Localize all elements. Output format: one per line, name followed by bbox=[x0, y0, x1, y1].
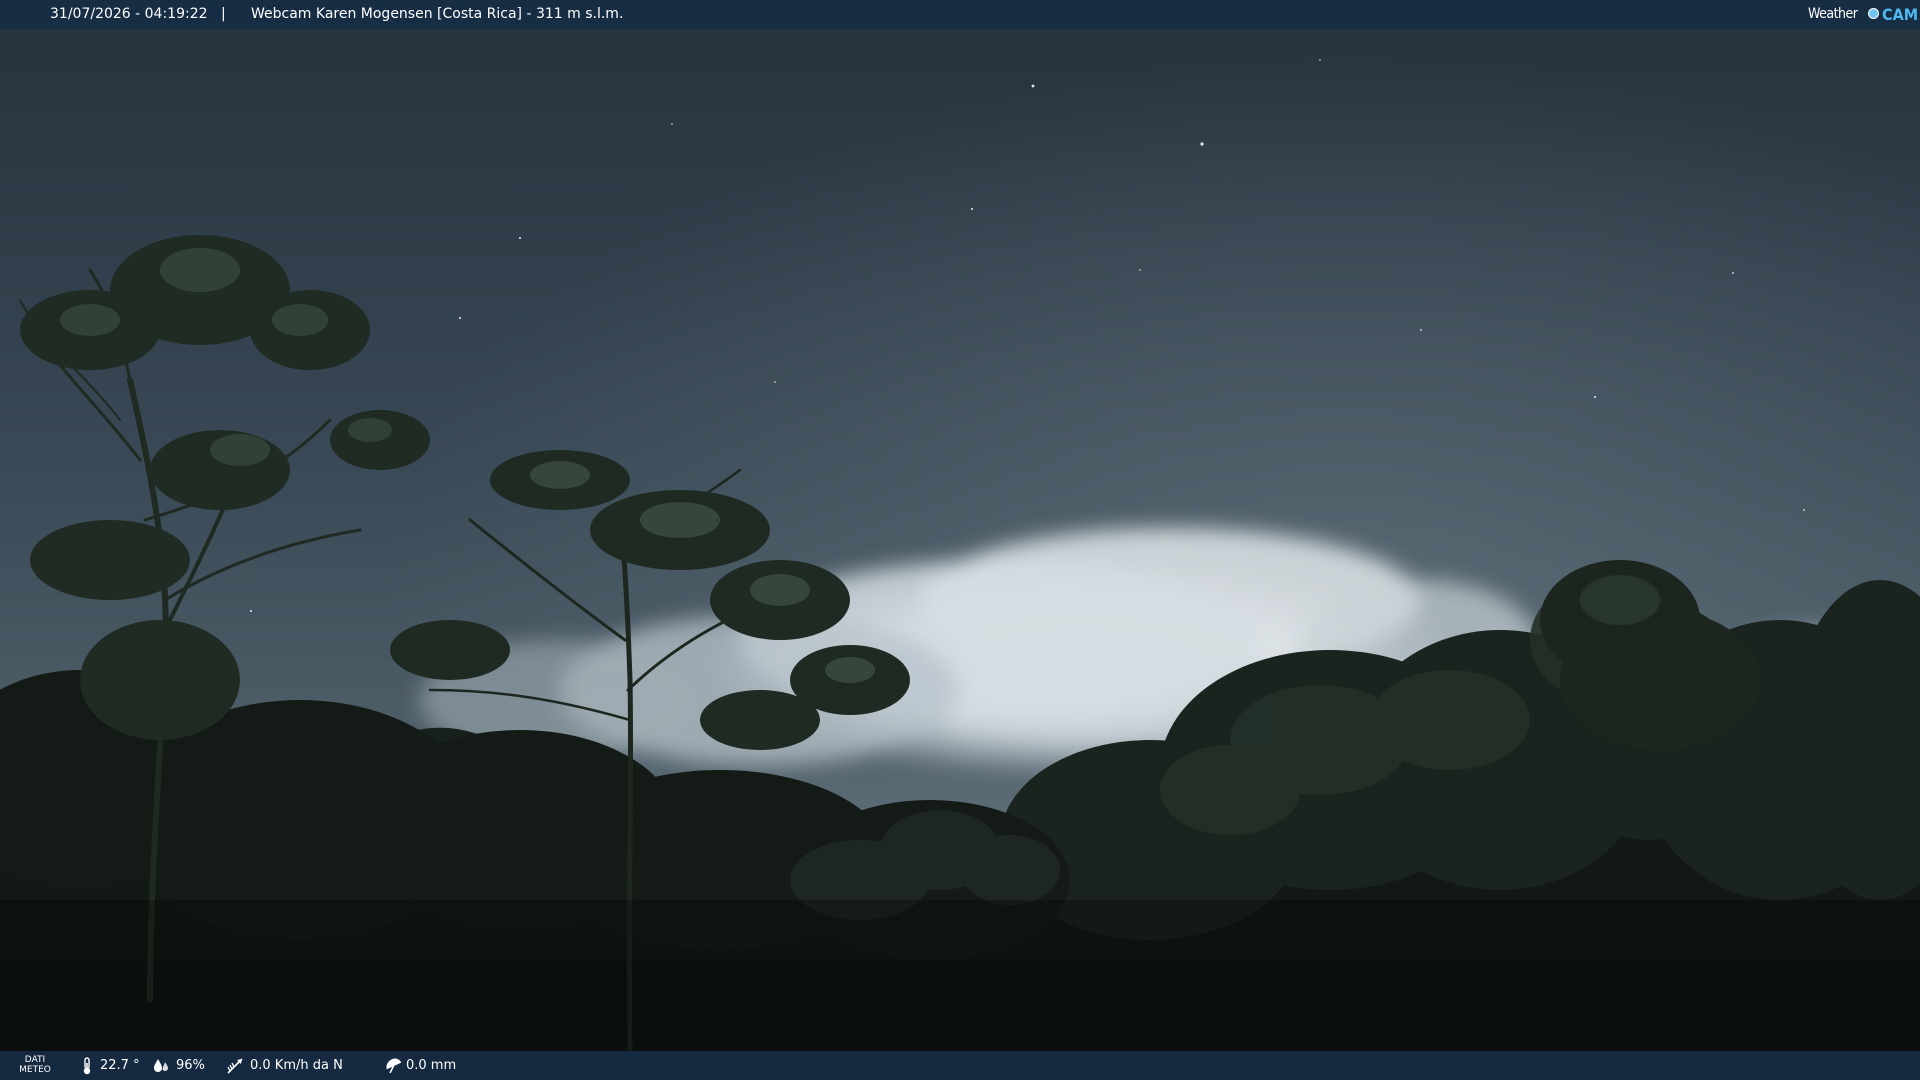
logo-dot-icon bbox=[1868, 8, 1879, 19]
rain-readout: 0.0 mm bbox=[384, 1051, 464, 1080]
temperature-value: 22.7 ° bbox=[100, 1058, 140, 1073]
humidity-drops-icon bbox=[154, 1059, 168, 1072]
timestamp: 31/07/2026 - 04:19:22 bbox=[50, 6, 208, 22]
temperature-readout: 22.7 ° bbox=[80, 1051, 140, 1080]
webcam-night-scene bbox=[0, 0, 1920, 1080]
rain-value: 0.0 mm bbox=[406, 1058, 457, 1073]
webcam-frame: 31/07/2026 - 04:19:22 | Webcam Karen Mog… bbox=[0, 0, 1920, 1080]
humidity-readout: 96% bbox=[152, 1051, 212, 1080]
rain-umbrella-icon bbox=[386, 1058, 402, 1074]
humidity-value: 96% bbox=[176, 1058, 205, 1073]
logo-cam-text: CAM bbox=[1882, 5, 1919, 24]
logo-weather-text: Weather bbox=[1808, 6, 1858, 22]
wind-readout: 0.0 Km/h da N bbox=[226, 1051, 356, 1080]
meteo-data-label: DATI METEO bbox=[19, 1055, 51, 1075]
wind-value: 0.0 Km/h da N bbox=[250, 1058, 343, 1073]
separator: | bbox=[221, 6, 226, 22]
weather-data-bar: DATI METEO 22.7 ° 96% 0.0 Km/h da N 0.0 … bbox=[0, 1051, 1920, 1080]
wind-vane-icon bbox=[227, 1058, 243, 1074]
thermometer-icon bbox=[83, 1057, 91, 1075]
top-info-bar: 31/07/2026 - 04:19:22 | Webcam Karen Mog… bbox=[0, 0, 1920, 29]
webcam-location: Webcam Karen Mogensen [Costa Rica] - 311… bbox=[251, 6, 624, 22]
weathercam-logo: Weather CAM bbox=[1808, 0, 1920, 29]
